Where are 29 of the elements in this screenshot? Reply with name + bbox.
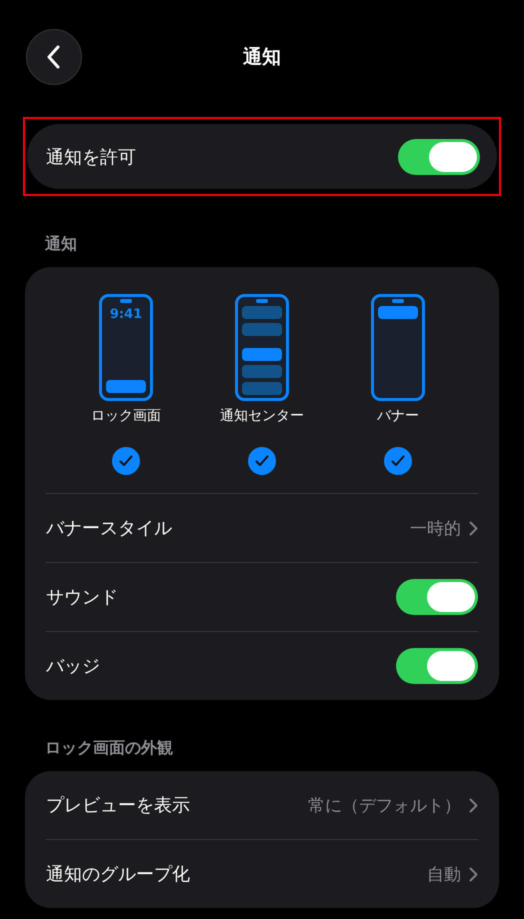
toggle-switch[interactable]	[398, 138, 480, 174]
checkmark-icon[interactable]	[112, 447, 140, 475]
chevron-icon	[469, 798, 478, 812]
setting-label: バナースタイル	[46, 517, 173, 540]
chevron-icon	[469, 520, 478, 536]
setting-value[interactable]: 一時的	[410, 516, 461, 540]
setting-label: バッジ	[46, 655, 101, 678]
screen-title: 通知	[243, 45, 281, 70]
style-label: ロック画面	[91, 407, 161, 425]
toggle-switch[interactable]	[396, 648, 478, 684]
phone-drawing[interactable]	[235, 294, 289, 401]
setting-label: サウンド	[46, 586, 119, 609]
setting-label: プレビューを表示	[46, 794, 191, 817]
setting-label: 通知のグループ化	[46, 863, 191, 886]
back-icon[interactable]	[47, 45, 61, 69]
toggle-switch[interactable]	[396, 579, 478, 615]
section-title: ロック画面の外観	[44, 737, 174, 759]
phone-drawing[interactable]	[99, 294, 153, 401]
style-label: バナー	[377, 407, 419, 425]
setting-value[interactable]: 自動	[427, 862, 461, 886]
setting-value[interactable]: 常に（デフォルト）	[308, 794, 461, 816]
style-label: 通知センター	[220, 407, 304, 425]
checkmark-icon[interactable]	[248, 447, 276, 475]
phone-drawing[interactable]	[371, 294, 425, 401]
setting-label: 通知を許可	[46, 146, 136, 168]
clock-text: 9:41	[108, 307, 144, 322]
section-title: 通知	[44, 233, 78, 255]
checkmark-icon[interactable]	[384, 447, 412, 475]
chevron-icon	[469, 866, 478, 882]
